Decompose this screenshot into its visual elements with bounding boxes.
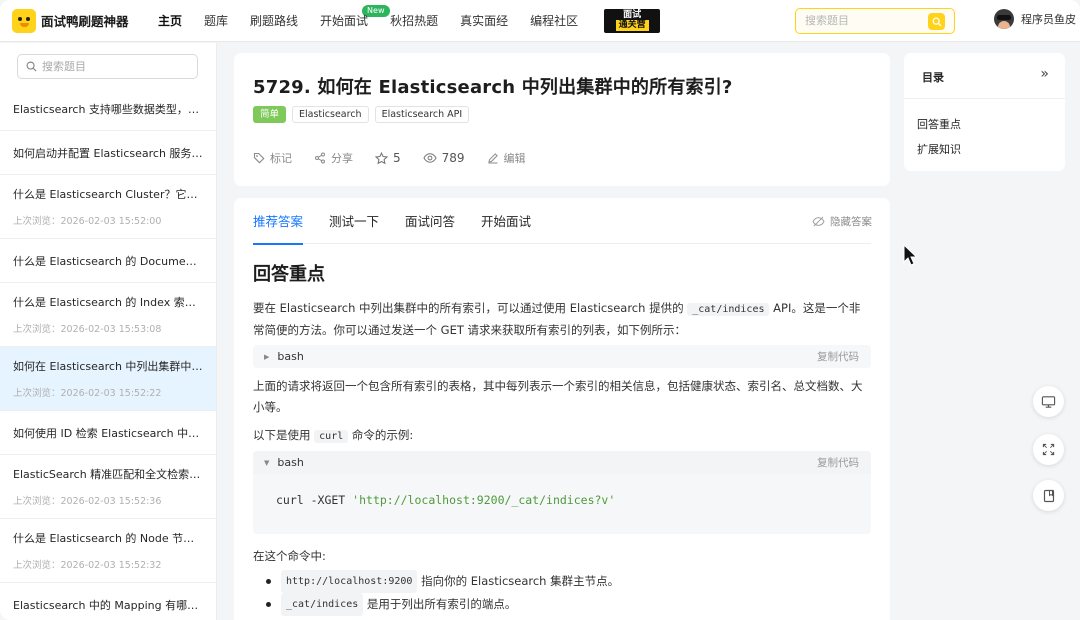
question-card: 5729. 如何在 Elasticsearch 中列出集群中的所有索引? 简单 … [234,53,890,186]
copy-code-button[interactable]: 复制代码 [817,349,859,364]
answer-content: 回答重点 要在 Elasticsearch 中列出集群中的所有索引，可以通过使用… [253,260,871,616]
page-title: 5729. 如何在 Elasticsearch 中列出集群中的所有索引? [253,77,733,98]
edit-button[interactable]: 编辑 [487,150,526,166]
bookmark-button[interactable] [1033,480,1064,511]
toc-title: 目录 [922,71,944,84]
table-of-contents: 目录 » 回答重点 扩展知识 [904,53,1065,171]
share-icon [315,152,325,164]
fullscreen-button[interactable] [1033,434,1064,465]
code-lang: bash [277,456,304,469]
app-window: 面试鸭刷题神器 主页 题库 刷题路线 开始面试 New 秋招热题 真实面经 编程社… [0,0,1080,620]
list-item: _cat/indices 是用于列出所有索引的端点。 [253,593,871,616]
paragraph: 要在 Elasticsearch 中列出集群中的所有索引，可以通过使用 Elas… [253,301,861,337]
search-button[interactable] [928,13,945,30]
book-icon [1043,489,1054,502]
expand-triangle-icon: ▶ [264,352,270,361]
brand-logo[interactable]: 面试鸭刷题神器 [12,8,142,33]
list-item[interactable]: 什么是 Elasticsearch 的 Document ... [0,239,216,283]
nav-hot-questions[interactable]: 秋招热题 [390,0,438,42]
duck-logo-icon [12,8,36,33]
tab-test[interactable]: 测试一下 [329,198,379,244]
nav-home[interactable]: 主页 [158,0,183,42]
edit-icon [487,153,498,164]
question-list: Elasticsearch 支持哪些数据类型，如... 如何启动并配置 Elas… [0,87,216,620]
tab-recommended-answer[interactable]: 推荐答案 [253,198,304,245]
code-line: curl -XGET 'http://localhost:9200/_cat/i… [276,493,616,507]
code-block-expanded: ▼ bash 复制代码 curl -XGET 'http://localhost… [253,451,871,534]
sidebar-search [17,54,198,79]
monitor-button[interactable] [1033,386,1064,417]
nav-community[interactable]: 编程社区 [530,0,578,42]
view-count: 789 [423,151,465,165]
header-search-input[interactable] [796,15,921,27]
tag-icon [253,152,265,164]
chevron-double-right-icon[interactable]: » [1040,66,1049,82]
question-sidebar: Elasticsearch 支持哪些数据类型，如... 如何启动并配置 Elas… [0,43,217,620]
tag-list: 简单 Elasticsearch Elasticsearch API [253,106,475,123]
eye-off-icon [812,216,825,227]
star-button[interactable]: 5 [375,151,401,165]
list-item[interactable]: 什么是 Elasticsearch Cluster？它有... 上次浏览：2026… [0,175,216,239]
header-search [795,8,955,34]
tag[interactable]: Elasticsearch API [374,106,470,123]
interview-camp-banner[interactable]: 面试 通关营 [604,8,661,33]
paragraph: 在这个命令中: [253,549,326,563]
inline-code: curl [314,430,349,443]
question-actions: 标记 分享 5 789 编辑 [253,150,548,166]
list-item[interactable]: ElasticSearch 精准匹配和全文检索匹... 上次浏览：2026-02-… [0,455,216,519]
answer-tabs: 推荐答案 测试一下 面试问答 开始面试 [253,198,871,245]
expand-icon [1042,443,1055,456]
mouse-cursor-icon [903,243,918,270]
code-block-collapsed[interactable]: ▶ bash 复制代码 [253,345,871,368]
list-item-active[interactable]: 如何在 Elasticsearch 中列出集群中的... 上次浏览：2026-02… [0,347,216,411]
monitor-icon [1041,395,1056,408]
list-item[interactable]: 如何启动并配置 Elasticsearch 服务器... [0,131,216,175]
paragraph: 上面的请求将返回一个包含所有索引的表格，其中每列表示一个索引的相关信息，包括健康… [253,379,863,414]
section-title: 回答重点 [253,264,325,285]
list-item[interactable]: Elasticsearch 中的 Mapping 有哪些... [0,583,216,620]
inline-code: _cat/indices [687,303,770,316]
list-item: http://localhost:9200 指向你的 Elasticsearch… [253,570,871,593]
tab-start-interview[interactable]: 开始面试 [481,198,531,244]
nav-study-path[interactable]: 刷题路线 [250,0,298,42]
tab-interview-qa[interactable]: 面试问答 [405,198,455,244]
nav-question-bank[interactable]: 题库 [204,0,228,42]
difficulty-tag[interactable]: 简单 [253,106,287,123]
top-header: 面试鸭刷题神器 主页 题库 刷题路线 开始面试 New 秋招热题 真实面经 编程社… [0,0,1080,42]
share-button[interactable]: 分享 [314,150,353,166]
list-item[interactable]: Elasticsearch 支持哪些数据类型，如... [0,87,216,131]
list-item[interactable]: 什么是 Elasticsearch 的 Index 索引... 上次浏览：2026… [0,283,216,347]
list-item[interactable]: 什么是 Elasticsearch 的 Node 节点... 上次浏览：2026-… [0,519,216,583]
eye-icon [423,153,437,163]
bullet-list: http://localhost:9200 指向你的 Elasticsearch… [253,570,871,616]
user-menu[interactable]: 程序员鱼皮 [994,9,1076,29]
search-icon [26,61,37,72]
main-nav: 主页 题库 刷题路线 开始面试 New 秋招热题 真实面经 编程社区 面试 通关营 [158,0,661,42]
answer-card: 推荐答案 测试一下 面试问答 开始面试 隐藏答案 回答重点 要在 Elastic… [234,198,890,620]
toc-item[interactable]: 扩展知识 [917,141,961,157]
collapse-triangle-icon: ▼ [264,458,270,467]
code-lang: bash [277,350,304,363]
list-item[interactable]: 如何使用 ID 检索 Elasticsearch 中的... [0,411,216,455]
user-name: 程序员鱼皮 [1021,13,1076,26]
paragraph: 以下是使用 curl 命令的示例: [253,428,414,443]
avatar [994,9,1014,29]
hide-answer-button[interactable]: 隐藏答案 [812,214,872,229]
search-icon [932,17,941,26]
toc-item[interactable]: 回答重点 [917,116,961,132]
nav-start-interview[interactable]: 开始面试 New [320,0,390,42]
copy-code-button[interactable]: 复制代码 [817,455,859,470]
brand-name: 面试鸭刷题神器 [41,14,129,29]
code-block-header[interactable]: ▼ bash 复制代码 [253,451,871,474]
nav-real-interviews[interactable]: 真实面经 [460,0,508,42]
sidebar-search-input[interactable] [42,60,192,73]
mark-button[interactable]: 标记 [253,150,292,166]
tag[interactable]: Elasticsearch [292,106,369,123]
star-icon [375,151,388,164]
